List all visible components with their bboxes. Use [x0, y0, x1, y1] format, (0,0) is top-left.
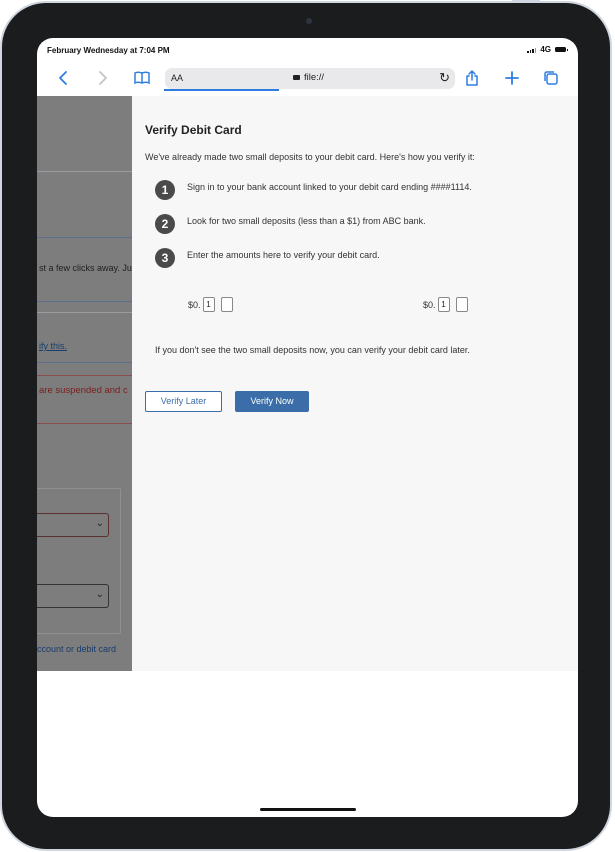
browser-toolbar: AA file:// ↻	[37, 60, 578, 96]
bookmarks-icon[interactable]	[133, 69, 151, 87]
step-3-badge: 3	[155, 248, 175, 268]
status-time: February Wednesday at 7:04 PM	[47, 46, 170, 55]
battery-icon	[555, 47, 568, 52]
background-form-box	[37, 488, 121, 634]
share-icon[interactable]	[463, 69, 481, 87]
amount-2-prefix: $0.	[423, 299, 436, 310]
step-2-badge: 2	[155, 214, 175, 234]
divider	[37, 423, 132, 424]
verify-now-button[interactable]: Verify Now	[235, 391, 309, 412]
address-bar[interactable]: AA file:// ↻	[165, 68, 455, 89]
modal-intro: We've already made two small deposits to…	[145, 152, 475, 162]
verify-later-note: If you don't see the two small deposits …	[155, 345, 470, 355]
amount-2-digit-2-input[interactable]	[455, 297, 468, 312]
screen: February Wednesday at 7:04 PM 4G AA file…	[37, 38, 578, 817]
amount-1-group: $0. 1	[188, 297, 233, 312]
divider	[37, 362, 132, 363]
background-select: ⌄	[37, 513, 109, 537]
step-3-text: Enter the amounts here to verify your de…	[187, 250, 380, 260]
new-tab-icon[interactable]	[503, 69, 521, 87]
amount-2-group: $0. 1	[423, 297, 468, 312]
verify-debit-card-modal: Verify Debit Card We've already made two…	[132, 96, 578, 671]
divider	[37, 301, 132, 302]
chevron-down-icon: ⌄	[95, 518, 104, 529]
amount-1-digit-2-input[interactable]	[220, 297, 233, 312]
home-indicator	[260, 808, 356, 811]
lock-icon	[293, 75, 300, 80]
background-select: ⌄	[37, 584, 109, 608]
background-link: ify this.	[39, 341, 68, 351]
background-page-overlay: st a few clicks away. Ju ify this. are s…	[37, 96, 132, 671]
step-2-text: Look for two small deposits (less than a…	[187, 216, 426, 226]
divider	[37, 171, 132, 172]
status-bar: February Wednesday at 7:04 PM 4G	[37, 38, 578, 60]
status-indicators: 4G	[527, 45, 568, 54]
page-load-progress	[164, 89, 279, 91]
amount-2-digit-1-input[interactable]: 1	[437, 297, 450, 312]
amount-1-digit-1-input[interactable]: 1	[202, 297, 215, 312]
device-edge-highlight	[512, 0, 540, 2]
text-size-button[interactable]: AA	[171, 73, 183, 83]
step-1-badge: 1	[155, 180, 175, 200]
modal-title: Verify Debit Card	[145, 123, 242, 137]
amount-1-prefix: $0.	[188, 299, 201, 310]
step-1-text: Sign in to your bank account linked to y…	[187, 182, 472, 192]
back-icon[interactable]	[55, 69, 73, 87]
url-text: file://	[304, 72, 325, 83]
forward-icon[interactable]	[93, 69, 111, 87]
signal-icon	[527, 47, 537, 53]
chevron-down-icon: ⌄	[95, 589, 104, 600]
network-type: 4G	[540, 45, 551, 54]
tabs-icon[interactable]	[542, 69, 560, 87]
background-warning: are suspended and c	[39, 385, 128, 396]
divider	[37, 375, 132, 376]
front-camera	[306, 18, 312, 24]
web-content: st a few clicks away. Ju ify this. are s…	[37, 96, 578, 671]
divider	[37, 237, 132, 238]
reload-icon[interactable]: ↻	[439, 70, 450, 86]
verify-later-button[interactable]: Verify Later	[145, 391, 222, 412]
divider	[37, 312, 132, 313]
background-text: st a few clicks away. Ju	[39, 263, 132, 273]
background-link: ccount or debit card	[37, 644, 117, 654]
